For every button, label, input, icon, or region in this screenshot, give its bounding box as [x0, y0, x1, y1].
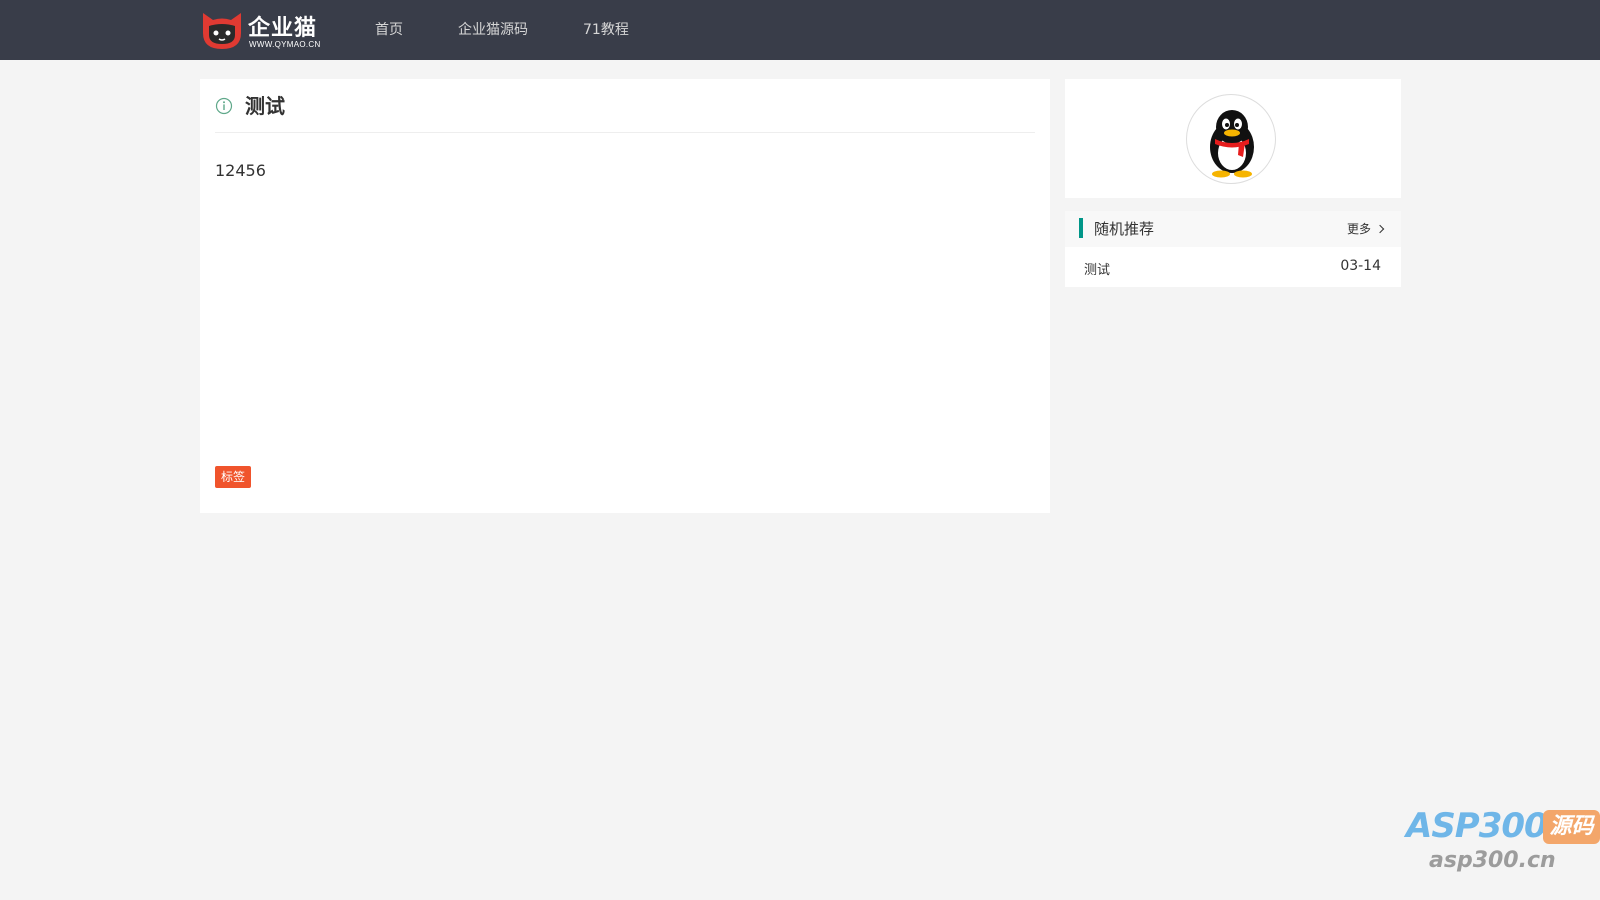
info-icon	[215, 97, 233, 115]
cat-logo-icon	[203, 13, 241, 49]
recommend-item-title[interactable]: 测试	[1084, 259, 1110, 278]
logo-name: 企业猫	[248, 16, 318, 41]
article-header: 测试	[215, 93, 1035, 133]
watermark-url: asp300.cn	[1429, 848, 1556, 873]
qq-penguin-avatar[interactable]	[1186, 94, 1276, 184]
watermark-badge: 源码	[1543, 810, 1600, 844]
article-card: 测试 12456 标签	[200, 79, 1050, 513]
article-body: 12456	[215, 161, 266, 180]
more-label: 更多	[1346, 222, 1371, 236]
nav-item-home[interactable]: 首页	[375, 0, 403, 60]
logo-url: WWW.QYMAO.CN	[249, 40, 321, 49]
more-link[interactable]: 更多	[1346, 221, 1385, 237]
asp300-watermark: ASP300 源码 asp300.cn	[1400, 802, 1600, 882]
random-recommend-panel: 随机推荐 更多 测试 03-14	[1065, 211, 1401, 287]
author-card	[1065, 79, 1401, 198]
top-navigation-bar: 企业猫 WWW.QYMAO.CN 首页 企业猫源码 71教程	[0, 0, 1600, 60]
list-item[interactable]: 测试 03-14	[1065, 247, 1401, 287]
watermark-brand: ASP300	[1406, 806, 1548, 846]
article-tag[interactable]: 标签	[215, 466, 252, 488]
recommend-header: 随机推荐 更多	[1065, 211, 1401, 247]
site-logo[interactable]: 企业猫 WWW.QYMAO.CN	[200, 10, 325, 52]
recommend-item-date: 03-14	[1340, 258, 1381, 274]
nav-item-tutorial[interactable]: 71教程	[583, 0, 629, 60]
article-title: 测试	[245, 94, 285, 118]
nav-item-source[interactable]: 企业猫源码	[458, 0, 528, 60]
main-nav: 首页 企业猫源码 71教程	[375, 0, 684, 60]
chevron-right-icon	[1375, 224, 1385, 234]
accent-bar	[1079, 218, 1083, 238]
recommend-title: 随机推荐	[1094, 220, 1155, 238]
